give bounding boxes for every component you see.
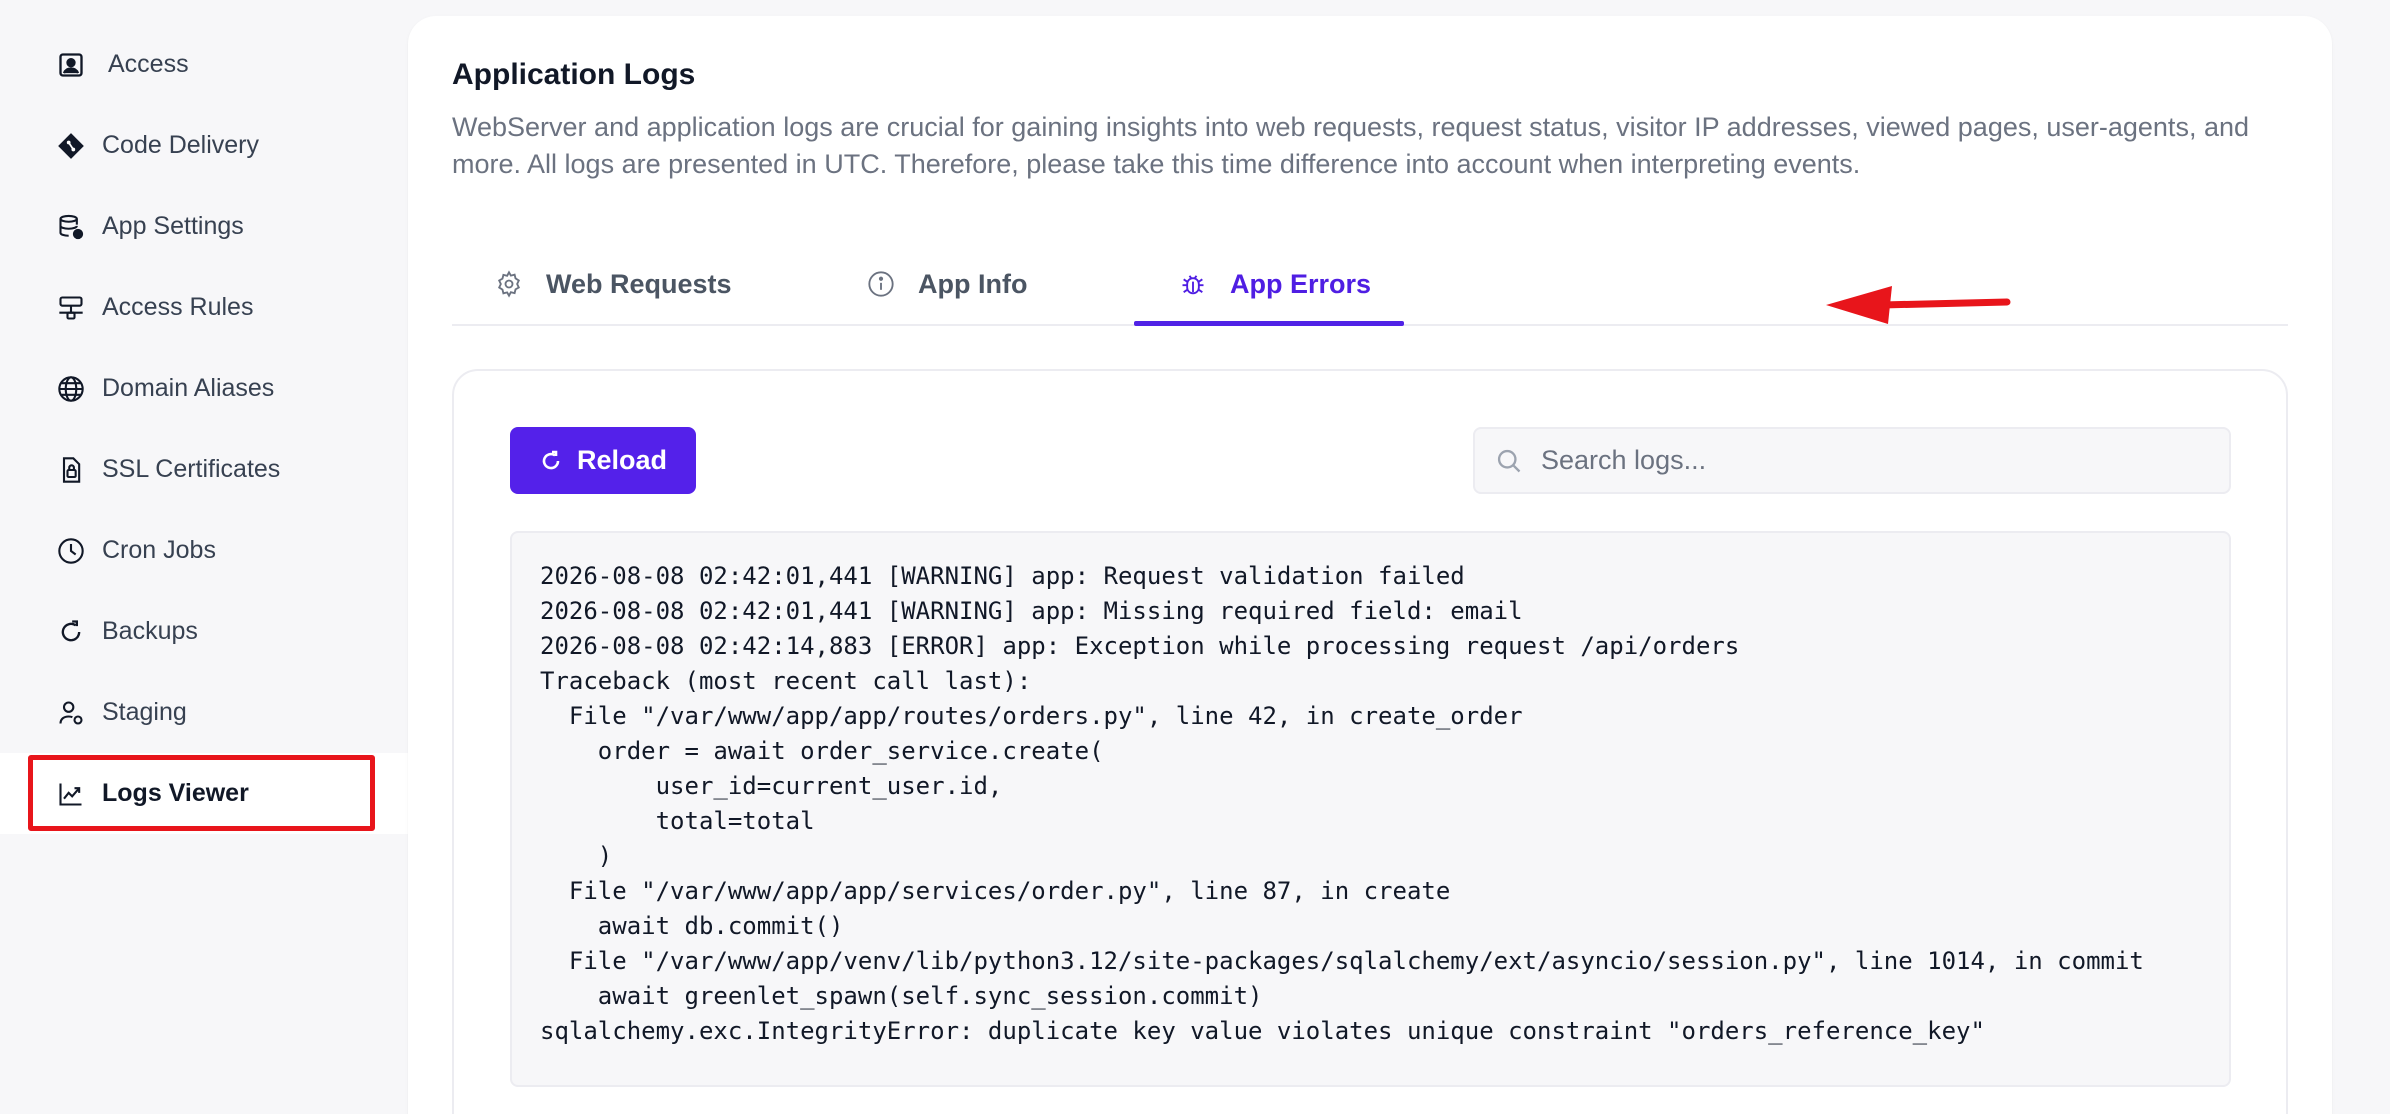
log-line: 2026-08-08 02:42:01,441 [WARNING] app: R…	[540, 562, 1465, 590]
sidebar-item-label: App Settings	[102, 212, 244, 240]
user-square-icon	[56, 50, 86, 80]
tab-label: App Info	[918, 268, 1028, 299]
bug-icon	[1178, 269, 1208, 299]
page-title: Application Logs	[452, 58, 696, 91]
user-gear-icon	[56, 698, 86, 728]
sidebar-item-domain-aliases[interactable]: Domain Aliases	[0, 348, 408, 429]
log-line: await db.commit()	[540, 912, 844, 940]
tab-label: Web Requests	[546, 268, 732, 299]
sidebar-item-cron-jobs[interactable]: Cron Jobs	[0, 510, 408, 591]
sidebar-item-backups[interactable]: Backups	[0, 591, 408, 672]
sidebar-item-app-settings[interactable]: App Settings	[0, 186, 408, 267]
sidebar-item-access[interactable]: Access	[0, 24, 408, 105]
sidebar-item-label: Backups	[102, 617, 198, 645]
page-description: WebServer and application logs are cruci…	[452, 112, 2249, 179]
log-line: await greenlet_spawn(self.sync_session.c…	[540, 982, 1263, 1010]
clock-icon	[56, 536, 86, 566]
sidebar-item-staging[interactable]: Staging	[0, 672, 408, 753]
active-tab-indicator	[1134, 321, 1404, 326]
sidebar-item-ssl-certificates[interactable]: SSL Certificates	[0, 429, 408, 510]
tab-bar: Web Requests App Info App Errors	[452, 242, 2288, 326]
globe-icon	[56, 374, 86, 404]
network-icon	[56, 293, 86, 323]
log-line: total=total	[540, 807, 815, 835]
sidebar: Access Code Delivery App Settings Access…	[0, 0, 408, 1114]
refresh-icon	[539, 449, 563, 473]
search-input[interactable]	[1541, 445, 2201, 476]
sidebar-item-label: SSL Certificates	[102, 455, 281, 483]
log-line: sqlalchemy.exc.IntegrityError: duplicate…	[540, 1017, 1985, 1045]
log-line: 2026-08-08 02:42:01,441 [WARNING] app: M…	[540, 597, 1523, 625]
sidebar-item-label: Cron Jobs	[102, 536, 216, 564]
sidebar-item-logs-viewer[interactable]: Logs Viewer	[0, 753, 408, 834]
search-box	[1473, 427, 2231, 494]
sidebar-item-label: Logs Viewer	[102, 779, 249, 807]
log-line: File "/var/www/app/venv/lib/python3.12/s…	[540, 947, 2144, 975]
git-diamond-icon	[56, 131, 86, 161]
log-line: user_id=current_user.id,	[540, 772, 1003, 800]
sidebar-item-label: Code Delivery	[102, 131, 260, 159]
sidebar-item-access-rules[interactable]: Access Rules	[0, 267, 408, 348]
database-gear-icon	[56, 212, 86, 242]
search-icon	[1495, 447, 1523, 475]
reload-button[interactable]: Reload	[510, 427, 696, 494]
sidebar-item-label: Access	[108, 50, 189, 78]
sidebar-item-code-delivery[interactable]: Code Delivery	[0, 105, 408, 186]
log-line: File "/var/www/app/app/services/order.py…	[540, 877, 1451, 905]
reload-button-label: Reload	[576, 445, 668, 475]
sidebar-item-label: Access Rules	[102, 293, 254, 321]
tab-app-errors[interactable]: App Errors	[1178, 242, 1371, 326]
main-content: Application Logs WebServer and applicati…	[408, 16, 2332, 1114]
log-line: File "/var/www/app/app/routes/orders.py"…	[540, 702, 1523, 730]
gear-icon	[494, 269, 524, 299]
tab-app-info[interactable]: App Info	[866, 242, 1027, 326]
file-lock-icon	[56, 455, 86, 485]
log-line: Traceback (most recent call last):	[540, 667, 1032, 695]
chart-line-icon	[56, 779, 86, 809]
log-line: 2026-08-08 02:42:14,883 [ERROR] app: Exc…	[540, 632, 1740, 660]
tab-label: App Errors	[1230, 268, 1372, 299]
log-line: order = await order_service.create(	[540, 737, 1104, 765]
tab-web-requests[interactable]: Web Requests	[494, 242, 732, 326]
refresh-icon	[56, 617, 86, 647]
logs-panel: Reload 2026-08-08 02:42:01,441 [WARNING]…	[452, 369, 2288, 1114]
sidebar-item-label: Staging	[102, 698, 187, 726]
log-line: )	[540, 842, 613, 870]
info-icon	[866, 269, 896, 299]
sidebar-item-label: Domain Aliases	[102, 374, 275, 402]
annotation-arrow-icon	[1826, 286, 2011, 324]
log-output: 2026-08-08 02:42:01,441 [WARNING] app: R…	[510, 531, 2231, 1087]
